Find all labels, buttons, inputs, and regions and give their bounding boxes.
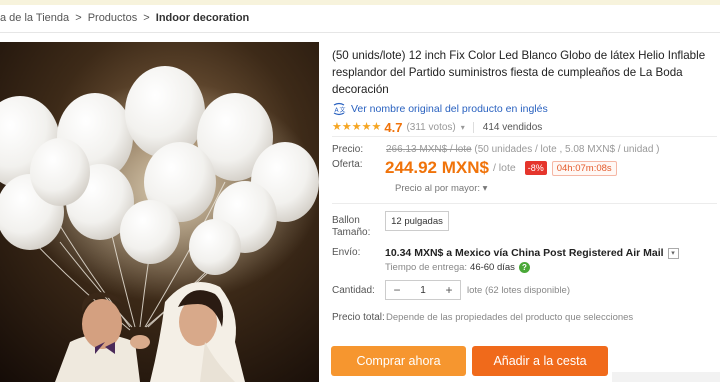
size-label-line1: Ballon — [332, 215, 360, 226]
bottom-strip — [612, 372, 720, 382]
sold-count: 414 vendidos — [482, 121, 543, 133]
original-price-value: 266.13 MXN$ / lote — [386, 144, 472, 155]
quantity-label: Cantidad: — [332, 285, 375, 296]
discount-badge: -8% — [524, 161, 547, 175]
price-label: Precio: — [332, 144, 364, 155]
total-price-label: Precio total: — [332, 312, 385, 323]
original-price: 266.13 MXN$ / lote (50 unidades / lote ,… — [386, 144, 660, 155]
divider — [332, 203, 717, 204]
buy-now-button[interactable]: Comprar ahora — [331, 346, 466, 376]
size-option-12in[interactable]: 12 pulgadas — [385, 211, 449, 231]
breadcrumb-divider — [0, 32, 720, 33]
star-icon: ★ — [332, 120, 342, 133]
quantity-input[interactable]: 1 — [408, 285, 438, 296]
offer-label: Oferta: — [332, 159, 363, 170]
breadcrumb-separator: > — [75, 12, 82, 24]
star-icon: ★ — [341, 120, 352, 133]
product-image[interactable] — [0, 42, 319, 382]
offer-price-unit: / lote — [492, 162, 516, 174]
delivery-time: Tiempo de entrega: 46-60 días ? — [385, 262, 530, 273]
star-icon: ★ — [351, 120, 362, 133]
total-price-note: Depende de las propiedades del producto … — [386, 312, 634, 323]
breadcrumb-store[interactable]: a de la Tienda — [0, 12, 69, 24]
add-to-cart-button[interactable]: Añadir a la cesta — [472, 346, 608, 376]
breadcrumb: a de la Tienda > Productos > Indoor deco… — [0, 12, 249, 24]
countdown-timer: 04h:07m:08s — [551, 160, 617, 176]
product-title: (50 unids/lote) 12 inch Fix Color Led Bl… — [332, 49, 706, 96]
chevron-down-icon[interactable]: ▾ — [461, 123, 465, 132]
original-price-detail: (50 unidades / lote , 5.08 MXN$ / unidad… — [474, 144, 660, 155]
shipping-method-value: 10.34 MXN$ a Mexico vía China Post Regis… — [385, 247, 664, 259]
quantity-stepper: − 1 + — [385, 280, 461, 300]
svg-text:文: 文 — [340, 106, 346, 114]
star-icon: ★ — [361, 120, 372, 133]
shipping-label: Envío: — [332, 247, 361, 258]
breadcrumb-products[interactable]: Productos — [88, 12, 138, 24]
rating-row: ★ ★ ★ ★ ★ 4.7 (311 votos) ▾ 414 vendidos — [332, 118, 717, 136]
rating-votes[interactable]: (311 votos) — [406, 122, 455, 133]
wholesale-price-toggle[interactable]: Precio al por mayor: ▾ — [395, 183, 487, 194]
quantity-increase-button[interactable]: + — [438, 283, 460, 297]
divider — [472, 121, 474, 133]
delivery-time-value: 46-60 días — [470, 262, 515, 273]
offer-price: 244.92 MXN$ / lote -8% 04h:07m:08s — [385, 158, 617, 178]
product-info: (50 unids/lote) 12 inch Fix Color Led Bl… — [332, 47, 717, 136]
divider — [332, 136, 717, 137]
help-icon[interactable]: ? — [518, 262, 530, 273]
translate-icon: A 文 — [333, 102, 346, 115]
quantity-availability: lote (62 lotes disponible) — [467, 285, 570, 296]
original-name-link-label: Ver nombre original del producto en ingl… — [351, 102, 548, 115]
rating-stars: ★ ★ ★ ★ ★ — [332, 120, 382, 133]
breadcrumb-current[interactable]: Indoor decoration — [156, 12, 250, 24]
star-icon: ★ — [371, 120, 382, 133]
white-balloons-couple-photo — [0, 42, 319, 382]
delivery-time-label: Tiempo de entrega: — [385, 262, 468, 273]
rating-value: 4.7 — [384, 119, 403, 135]
quantity-decrease-button[interactable]: − — [386, 283, 408, 297]
original-name-link[interactable]: A 文 Ver nombre original del producto en … — [332, 101, 717, 116]
shipping-method[interactable]: 10.34 MXN$ a Mexico vía China Post Regis… — [385, 247, 679, 259]
breadcrumb-separator: > — [143, 12, 150, 24]
offer-price-value: 244.92 MXN$ — [385, 158, 489, 177]
size-label-line2: Tamaño: — [332, 227, 371, 238]
top-strip — [0, 0, 720, 5]
chevron-down-icon[interactable]: ▾ — [667, 247, 679, 259]
size-label: Ballon Tamaño: — [332, 215, 370, 239]
